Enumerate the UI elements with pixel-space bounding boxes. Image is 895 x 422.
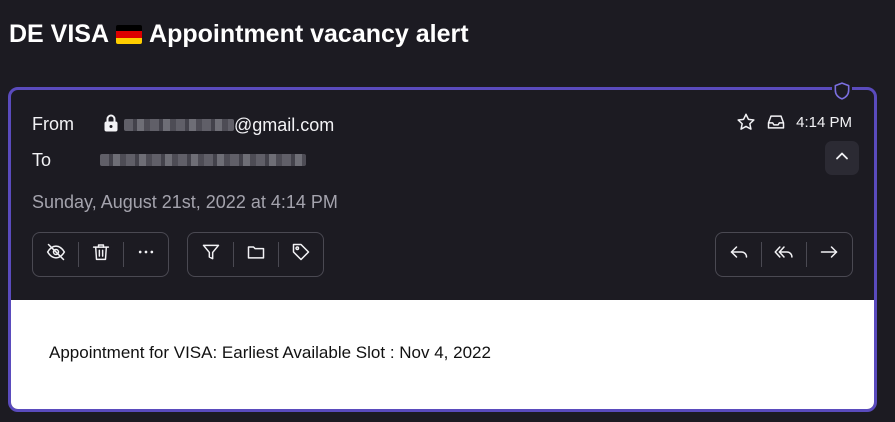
- message-time: 4:14 PM: [796, 113, 852, 131]
- label-button[interactable]: [278, 233, 323, 276]
- delete-button[interactable]: [78, 233, 123, 276]
- tag-icon: [291, 242, 311, 267]
- reply-actions-group: [715, 232, 853, 277]
- message-date: Sunday, August 21st, 2022 at 4:14 PM: [32, 192, 338, 212]
- message-card: From @gmail.com To Sunday, August 21st, …: [8, 87, 877, 412]
- reply-all-icon: [774, 242, 794, 267]
- message-body: Appointment for VISA: Earliest Available…: [11, 300, 874, 409]
- message-body-text: Appointment for VISA: Earliest Available…: [49, 343, 491, 362]
- more-horizontal-icon: [136, 242, 156, 267]
- chevron-up-icon: [834, 148, 850, 169]
- email-subject: DE VISA Appointment vacancy alert: [9, 20, 469, 49]
- move-to-folder-button[interactable]: [233, 233, 278, 276]
- organize-actions-group: [187, 232, 324, 277]
- collapse-button[interactable]: [825, 141, 859, 175]
- arrow-right-icon: [819, 242, 839, 267]
- to-label: To: [32, 150, 52, 170]
- redacted-recipient[interactable]: [100, 154, 306, 166]
- trash-icon: [92, 242, 110, 267]
- eye-off-icon: [46, 242, 66, 267]
- folder-icon: [246, 242, 266, 267]
- more-actions-button[interactable]: [123, 233, 168, 276]
- filter-button[interactable]: [188, 233, 233, 276]
- german-flag-icon: [116, 25, 143, 44]
- filter-icon: [201, 242, 221, 267]
- sender-domain[interactable]: @gmail.com: [234, 115, 334, 136]
- from-label: From: [32, 114, 74, 134]
- message-meta: 4:14 PM: [736, 112, 852, 132]
- reply-button[interactable]: [716, 233, 761, 276]
- lock-icon: [103, 114, 119, 137]
- forward-button[interactable]: [806, 233, 851, 276]
- reply-icon: [729, 242, 749, 267]
- shield-icon[interactable]: [832, 81, 852, 101]
- subject-suffix: Appointment vacancy alert: [149, 20, 469, 48]
- reply-all-button[interactable]: [761, 233, 806, 276]
- mark-unread-button[interactable]: [33, 233, 78, 276]
- subject-prefix: DE VISA: [9, 20, 110, 48]
- star-icon[interactable]: [736, 112, 756, 132]
- message-actions-group: [32, 232, 169, 277]
- inbox-icon[interactable]: [766, 112, 786, 132]
- redacted-sender: [124, 119, 234, 131]
